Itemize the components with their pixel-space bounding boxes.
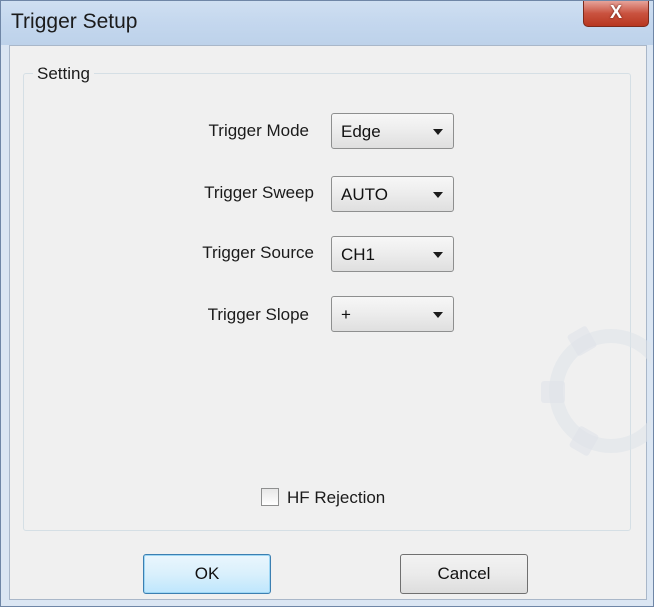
chevron-down-icon [433, 252, 443, 258]
chevron-down-icon [433, 192, 443, 198]
trigger-sweep-value: AUTO [341, 185, 388, 204]
trigger-slope-label: Trigger Slope [207, 305, 309, 324]
trigger-source-label: Trigger Source [202, 243, 314, 262]
chevron-down-icon [433, 129, 443, 135]
cancel-button[interactable]: Cancel [400, 554, 528, 594]
trigger-source-select[interactable]: CH1 [331, 236, 454, 272]
title-bar[interactable]: Trigger Setup X [1, 1, 653, 45]
trigger-source-value: CH1 [341, 245, 376, 264]
trigger-setup-dialog: Trigger Setup X Setting Trigger Mode Edg… [0, 0, 654, 607]
hf-rejection-checkbox[interactable] [261, 488, 279, 506]
close-button[interactable]: X [583, 1, 649, 27]
setting-group-label: Setting [33, 64, 94, 84]
ok-button[interactable]: OK [143, 554, 271, 594]
trigger-mode-value: Edge [341, 122, 381, 141]
trigger-slope-select[interactable]: + [331, 296, 454, 332]
close-icon: X [609, 2, 622, 22]
trigger-slope-value: + [341, 305, 351, 324]
trigger-sweep-select[interactable]: AUTO [331, 176, 454, 212]
dialog-title: Trigger Setup [11, 10, 138, 33]
chevron-down-icon [433, 312, 443, 318]
trigger-mode-select[interactable]: Edge [331, 113, 454, 149]
trigger-mode-label: Trigger Mode [208, 121, 309, 140]
hf-rejection-label[interactable]: HF Rejection [287, 488, 385, 508]
setting-groupbox [23, 73, 631, 531]
trigger-sweep-label: Trigger Sweep [204, 183, 314, 202]
